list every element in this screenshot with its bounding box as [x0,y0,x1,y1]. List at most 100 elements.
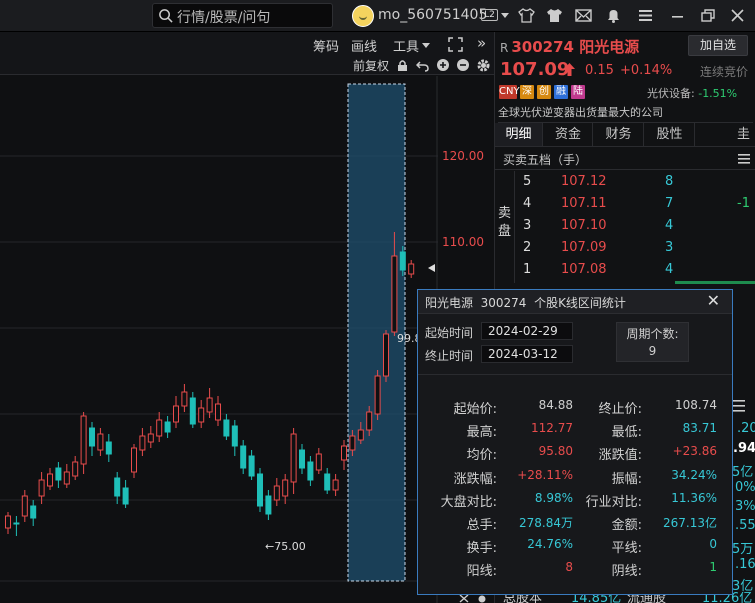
close-icon[interactable] [729,8,746,23]
tab-detail[interactable]: 明细 [495,123,543,146]
mail-icon[interactable] [575,8,592,23]
stock-title[interactable]: R 300274 阳光电源 [500,36,639,57]
avatar[interactable] [352,5,374,27]
tab-finance[interactable]: 财务 [594,123,644,146]
ask-volume: 4 [665,262,674,277]
close-icon[interactable] [459,594,469,603]
list-icon[interactable] [733,400,751,412]
candle-body [13,522,20,525]
stat-value: 84.88 [538,398,573,412]
zoom-out-icon[interactable] [456,58,470,72]
range-stats-dialog: 阳光电源 300274 个股K线区间统计 ✕ 起始时间 2024-02-29 终… [417,289,733,595]
ask-price: 107.10 [561,218,607,233]
draw-line-button[interactable]: 画线 [351,36,377,55]
ask-level: 3 [523,218,532,233]
candle-body [5,515,11,529]
undo-icon[interactable] [416,59,429,72]
fullscreen-icon[interactable] [448,37,463,52]
start-time-field[interactable]: 2024-02-29 [481,322,573,340]
ask-row[interactable]: 2 107.09 3 [515,237,755,259]
candle-body [257,473,263,507]
candle-body [383,333,389,377]
orderbook-title: 买卖五档（手） [495,148,755,170]
ask-level: 5 [523,174,532,189]
tag-shenzhen[interactable]: 深 [520,85,534,99]
tab-funds[interactable]: 资金 [544,123,593,146]
ask-row[interactable]: 5 107.12 8 [515,171,755,193]
stat-value: 95.80 [538,444,573,459]
stat-value: 83.71 [682,421,717,436]
chips-button[interactable]: 筹码 [313,36,339,55]
adjust-mode[interactable]: 前复权 [353,57,389,74]
candle-body [97,433,104,451]
period-count-label: 周期个数: [626,327,679,341]
edge-value: .94 [733,441,755,456]
ask-row[interactable]: 4 107.11 7 -1 [515,193,755,215]
bell-icon[interactable] [605,8,622,23]
close-icon[interactable]: ✕ [707,293,720,309]
period-count-box: 周期个数: 9 [616,322,689,362]
candle-body [21,495,28,517]
ask-level: 1 [523,262,532,277]
restore-icon[interactable] [699,8,716,23]
search-box[interactable]: 行情/股票/问句 [152,3,333,28]
candle-body [349,435,356,451]
price-change-pct: +0.14% [620,63,673,78]
tag-connect[interactable]: 陆 [571,85,585,99]
tools-button[interactable]: 工具 [393,36,419,55]
add-watchlist-button[interactable]: 加自选 [688,35,748,56]
stat-value: +23.86 [672,444,717,459]
stat-value: 34.24% [671,467,717,482]
edge-value: 5万 [732,542,754,557]
ask-level: 4 [523,196,532,211]
tshirt-icon[interactable] [518,8,535,23]
stat-value: 112.77 [531,421,573,436]
expand-icon[interactable]: » [477,34,486,52]
candle-body [55,467,62,481]
candle-body [80,415,87,465]
edge-value: 3% [735,499,755,514]
candle-body [366,411,373,431]
market-flag: R [500,41,509,55]
sector-info[interactable]: 光伏设备: -1.51% [647,85,737,101]
tag-margin[interactable]: 融 [554,85,568,99]
divider [418,374,732,375]
ask-row[interactable]: 3 107.10 4 [515,215,755,237]
orderbook-title-text: 买卖五档（手） [503,153,588,167]
candle-body [374,375,381,415]
username[interactable]: mo_560751405 [378,7,487,23]
zoom-in-icon[interactable] [436,58,450,72]
ask-row[interactable]: 1 107.08 4 [515,259,755,281]
tab-character[interactable]: 股性 [645,123,695,146]
candle-body [357,429,364,441]
shirt-icon[interactable] [546,8,563,23]
chevron-down-icon[interactable] [422,43,430,48]
stat-value: 24.76% [527,537,573,552]
chevron-down-icon[interactable] [501,13,509,18]
settings-icon[interactable] [477,594,487,603]
lock-icon[interactable] [397,59,408,72]
divider-bar [675,281,755,284]
tab-more[interactable]: 圭 [696,123,755,146]
menu-icon[interactable] [738,154,750,164]
tag-chinext[interactable]: 创 [537,85,551,99]
candle-body [122,487,129,505]
end-time-field[interactable]: 2024-03-12 [481,345,573,363]
candle-body [307,461,314,481]
settings-icon[interactable] [476,58,491,73]
menu-icon[interactable] [637,8,654,23]
edge-value: .16 [735,557,755,572]
edge-value: .20 [737,421,755,436]
sector-change: -1.51% [698,87,738,100]
candle-body [189,397,196,425]
stock-name: 阳光电源 [579,38,640,56]
last-price: 107.09 [500,59,570,80]
edge-value: .55 [735,518,755,533]
tag-cny[interactable]: CNY [499,85,520,99]
dialog-title: 阳光电源 300274 个股K线区间统计 ✕ [418,290,732,314]
search-placeholder[interactable]: 行情/股票/问句 [177,7,270,27]
stat-value: 278.84万 [519,516,573,530]
candle-body [147,433,154,443]
minimize-icon[interactable] [669,8,686,23]
stat-value: 1 [709,560,717,575]
